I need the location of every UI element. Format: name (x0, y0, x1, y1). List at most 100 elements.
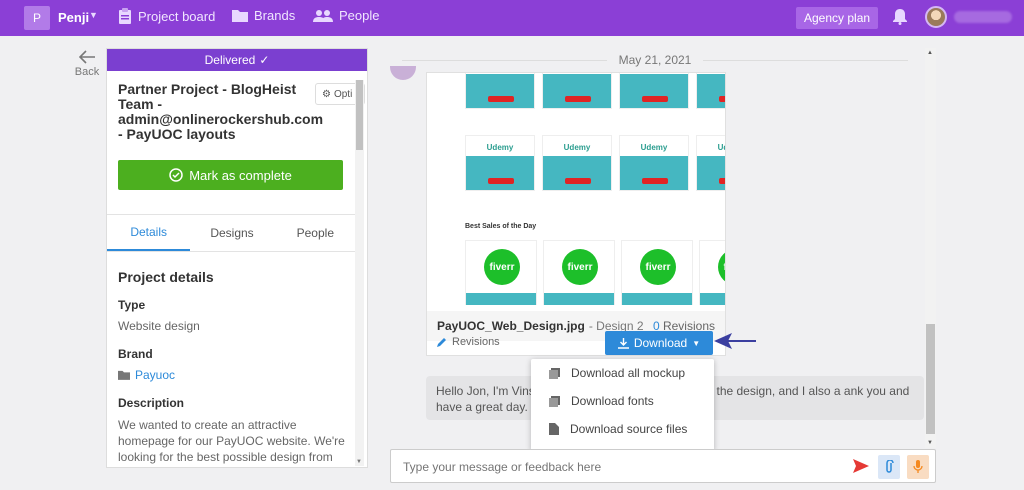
tile-band (622, 293, 692, 305)
menu-item-label: Download source files (570, 422, 688, 436)
nav-label: Project board (138, 8, 216, 24)
avatar[interactable] (925, 6, 947, 28)
type-label: Type (118, 298, 146, 312)
project-details: Project details Type Website design Bran… (118, 269, 348, 465)
udemy-tile: Udemy (542, 73, 612, 109)
udemy-logo: Udemy (640, 142, 668, 152)
details-heading: Project details (118, 269, 214, 285)
scroll-down-arrow-icon[interactable]: ▼ (927, 440, 933, 446)
menu-item-download-source-files[interactable]: Download source files (531, 415, 714, 443)
microphone-icon (913, 460, 923, 473)
udemy-tile: Udemy (619, 135, 689, 191)
scrollbar-thumb[interactable] (926, 324, 935, 434)
tile-band (544, 293, 614, 305)
back-button[interactable]: Back (72, 50, 102, 78)
avatar (390, 66, 416, 80)
nav-brands[interactable]: Brands (232, 8, 295, 23)
status-badge: Delivered ✓ (107, 49, 367, 71)
nav-project-board[interactable]: Project board (118, 8, 215, 24)
date-label: May 21, 2021 (618, 53, 692, 67)
description-label: Description (118, 396, 185, 410)
send-icon[interactable] (853, 459, 869, 473)
design-card: Udemy Udemy Udemy Udemy Udemy Udemy Udem… (426, 72, 726, 356)
workspace-logo[interactable]: P (24, 6, 50, 30)
menu-item-download-fonts[interactable]: Download fonts (531, 387, 714, 415)
download-menu: Download all mockup Download fonts Downl… (531, 359, 714, 451)
arrow-left-icon (79, 50, 95, 64)
agency-plan-badge[interactable]: Agency plan (796, 7, 879, 29)
mark-complete-button[interactable]: Mark as complete (118, 160, 343, 190)
download-icon (617, 337, 629, 349)
fiverr-logo: fiverr (484, 249, 520, 285)
attach-button[interactable] (878, 455, 900, 479)
nav-label: Brands (254, 8, 296, 23)
folder-icon (232, 10, 248, 22)
fiverr-row: fiverr fiverr fiverr fiverr (465, 240, 725, 305)
tile-band (700, 293, 725, 305)
chat-scrollbar[interactable]: ▲ ▼ (925, 48, 936, 448)
status-label: Delivered (204, 53, 256, 67)
sales-title: Best Sales of the Day (465, 223, 537, 230)
date-separator: May 21, 2021 (390, 48, 920, 72)
left-panel-scrollbar[interactable]: ▼ (355, 80, 364, 466)
design-preview-image[interactable]: Udemy Udemy Udemy Udemy Udemy Udemy Udem… (465, 73, 725, 305)
options-label: Opti (333, 88, 353, 100)
images-icon (549, 395, 560, 407)
fiverr-logo: fiverr (640, 249, 676, 285)
tab-people[interactable]: People (274, 215, 357, 251)
folder-icon (118, 370, 130, 380)
bell-icon[interactable] (893, 9, 907, 25)
gear-icon: ⚙ (322, 88, 331, 100)
udemy-logo: Udemy (486, 142, 514, 152)
images-icon (549, 367, 560, 379)
project-tabs: Details Designs People (107, 215, 357, 251)
nav-people[interactable]: People (313, 8, 379, 23)
message-input[interactable] (403, 458, 823, 476)
microphone-button[interactable] (907, 455, 929, 479)
fiverr-tile: fiverr (621, 240, 693, 305)
workspace-name[interactable]: Penji (58, 10, 89, 25)
scroll-down-arrow-icon[interactable]: ▼ (356, 459, 362, 465)
back-label: Back (74, 66, 100, 78)
udemy-row: Udemy Udemy Udemy Udemy (465, 73, 725, 109)
fiverr-tile: fiverr (465, 240, 537, 305)
udemy-tile: Udemy (619, 73, 689, 109)
fiverr-tile: fiverr (699, 240, 725, 305)
project-title: Partner Project - BlogHeist Team - admin… (118, 81, 324, 142)
udemy-logo: Udemy (717, 142, 725, 152)
revisions-link[interactable]: Revisions (436, 336, 500, 348)
brand-value: Payuoc (135, 368, 176, 382)
nav-label: People (339, 8, 380, 23)
type-value: Website design (118, 319, 200, 333)
mark-complete-label: Mark as complete (189, 167, 292, 183)
message-composer (390, 449, 936, 483)
tile-band (697, 156, 725, 190)
file-name: PayUOC_Web_Design.jpg (437, 319, 585, 333)
tile-band (466, 293, 536, 305)
udemy-tile: Udemy (696, 73, 725, 109)
tile-band (697, 74, 725, 108)
tile-band (620, 156, 688, 190)
tile-band (543, 156, 611, 190)
scrollbar-thumb[interactable] (356, 80, 363, 150)
chevron-down-icon[interactable]: ▼ (89, 10, 98, 20)
clipboard-icon (119, 8, 131, 24)
tab-designs[interactable]: Designs (190, 215, 273, 251)
brand-link[interactable]: Payuoc (118, 368, 348, 382)
tile-band (466, 74, 534, 108)
scroll-up-arrow-icon[interactable]: ▲ (927, 50, 933, 56)
check-icon: ✓ (259, 53, 270, 67)
download-button[interactable]: Download ▼ (605, 331, 713, 355)
menu-item-download-all-mockup[interactable]: Download all mockup (531, 359, 714, 387)
revisions-label: Revisions (452, 336, 500, 348)
udemy-row: Udemy Udemy Udemy Udemy (465, 135, 725, 191)
people-icon (313, 10, 333, 22)
file-icon (549, 423, 559, 435)
tab-details[interactable]: Details (107, 215, 191, 251)
menu-item-label: Download all mockup (571, 366, 686, 380)
description-value: We wanted to create an attractive homepa… (118, 418, 345, 464)
tile-band (620, 74, 688, 108)
user-name-blurred[interactable] (954, 11, 1012, 23)
caret-down-icon: ▼ (692, 338, 701, 348)
pencil-icon (437, 337, 446, 347)
